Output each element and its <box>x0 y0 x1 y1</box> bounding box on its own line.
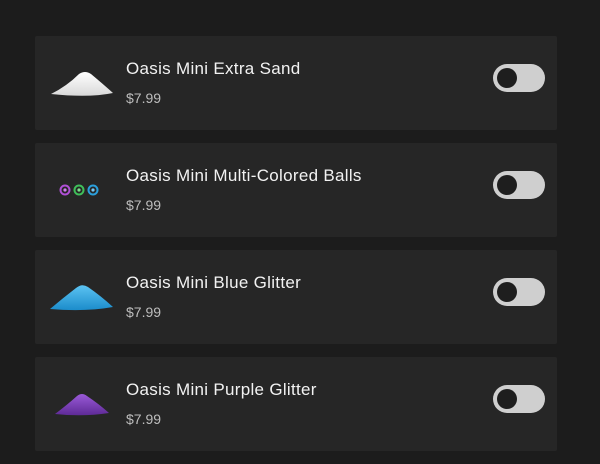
product-card-blue-glitter: Oasis Mini Blue Glitter $7.99 <box>35 250 557 344</box>
toggle-knob <box>497 282 517 302</box>
toggle-knob <box>497 175 517 195</box>
product-card-multi-colored-balls: Oasis Mini Multi-Colored Balls $7.99 <box>35 143 557 237</box>
product-name: Oasis Mini Blue Glitter <box>126 273 302 292</box>
toggle-knob <box>497 389 517 409</box>
sand-pile-icon <box>49 36 115 130</box>
purple-glitter-toggle[interactable] <box>493 385 545 413</box>
product-price: $7.99 <box>126 411 162 427</box>
product-price: $7.99 <box>126 197 162 213</box>
addon-product-list: Oasis Mini Extra Sand $7.99 Oasis Mini M… <box>35 36 557 464</box>
product-name: Oasis Mini Multi-Colored Balls <box>126 166 362 185</box>
product-name: Oasis Mini Purple Glitter <box>126 380 317 399</box>
blue-glitter-pile-icon <box>49 250 115 344</box>
toggle-knob <box>497 68 517 88</box>
product-card-purple-glitter: Oasis Mini Purple Glitter $7.99 <box>35 357 557 451</box>
purple-glitter-pile-icon <box>49 357 115 451</box>
extra-sand-toggle[interactable] <box>493 64 545 92</box>
colored-balls-icon <box>49 143 115 237</box>
blue-glitter-toggle[interactable] <box>493 278 545 306</box>
product-price: $7.99 <box>126 90 162 106</box>
product-price: $7.99 <box>126 304 162 320</box>
multi-colored-balls-toggle[interactable] <box>493 171 545 199</box>
product-card-extra-sand: Oasis Mini Extra Sand $7.99 <box>35 36 557 130</box>
product-name: Oasis Mini Extra Sand <box>126 59 301 78</box>
